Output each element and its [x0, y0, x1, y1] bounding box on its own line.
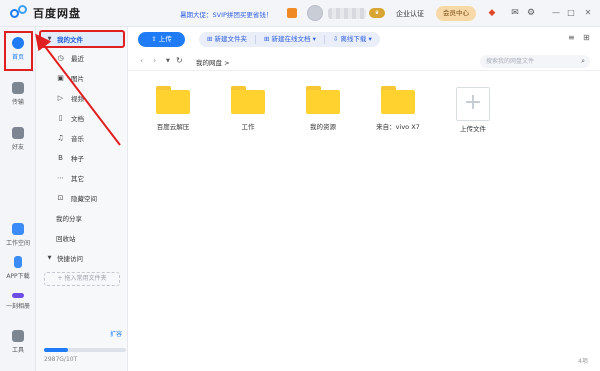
chevron-down-icon: ▾ [366, 35, 372, 43]
enterprise-verify-link[interactable]: 企业认证 [396, 9, 424, 19]
upload-file-tile[interactable]: + 上传文件 [438, 87, 508, 133]
path-bar: ‹ › ▼ ↻ 我的网盘 > 搜索我的网盘文件 ⌕ [128, 51, 600, 71]
game-icon[interactable]: ◆ [486, 7, 498, 19]
minimize-icon[interactable]: — [550, 7, 562, 19]
main-toolbar: ⇧ 上传 ⊞ 新建文件夹 ⊞ 新建在线文档 ▾ ⇩ 离线下载 ▾ ≡ ⊞ [128, 27, 600, 51]
nav-item-other[interactable]: ⋯ 其它 [36, 169, 128, 187]
nav-item-documents[interactable]: ▯ 文档 [36, 109, 128, 127]
album-icon [12, 293, 24, 298]
offline-download-button[interactable]: ⇩ 离线下载 ▾ [325, 35, 380, 44]
file-item[interactable]: 百度云解压 [138, 86, 208, 131]
sort-icon[interactable]: ≡ [568, 33, 575, 42]
nav-item-hidden-space[interactable]: ⊡ 隐藏空间 [36, 189, 128, 207]
rail-item-app-download[interactable]: APP下载 [0, 256, 36, 280]
music-icon: ♫ [57, 134, 64, 142]
more-icon: ⋯ [57, 174, 64, 182]
nav-item-recent[interactable]: ◷ 最近 [36, 49, 128, 67]
rail-item-workspace[interactable]: 工作空间 [0, 223, 36, 247]
app-logo: 百度网盘 [10, 5, 81, 21]
quick-access-drop-zone[interactable]: + 拖入常用文件夹 [44, 272, 120, 286]
folder-icon [381, 86, 415, 114]
nav-item-video[interactable]: ▷ 视频 [36, 89, 128, 107]
file-item[interactable]: 工作 [213, 86, 283, 131]
upload-icon: ⇧ [151, 35, 159, 43]
app-title: 百度网盘 [33, 7, 81, 20]
workspace-icon [12, 223, 24, 235]
annotation-box-home [4, 31, 33, 71]
torrent-icon: B [58, 154, 63, 162]
search-icon[interactable]: ⌕ [581, 55, 585, 68]
nav-my-files[interactable]: ▼ 我的文件 [36, 30, 128, 48]
file-item[interactable]: 我的资源 [288, 86, 358, 131]
phone-icon [14, 256, 22, 268]
storage-progress-fill [44, 348, 68, 352]
plus-icon: + [456, 87, 490, 121]
upload-button[interactable]: ⇧ 上传 [138, 32, 185, 47]
settings-icon[interactable]: ⚙ [525, 7, 537, 19]
breadcrumb[interactable]: 我的网盘 > [196, 57, 230, 67]
mail-icon[interactable]: ✉ [509, 7, 521, 19]
back-icon[interactable]: ‹ [140, 56, 143, 65]
rail-item-tools[interactable]: 工具 [0, 330, 36, 354]
gift-icon[interactable] [287, 8, 297, 18]
history-dropdown-icon[interactable]: ▼ [166, 58, 170, 64]
nav-quick-access[interactable]: ▼ 快捷访问 [36, 249, 128, 267]
close-icon[interactable]: ✕ [582, 7, 594, 19]
baidu-cloud-logo-icon [10, 5, 30, 21]
transfer-icon [12, 82, 24, 94]
rail-item-album[interactable]: 一刻相册 [0, 289, 36, 310]
new-folder-button[interactable]: ⊞ 新建文件夹 [199, 35, 257, 44]
item-count: 4项 [578, 358, 588, 365]
file-grid: 百度云解压 工作 我的资源 来自：vivo X7 + 上传文件 [128, 71, 600, 356]
left-rail: 首页 传输 好友 工作空间 APP下载 一刻相册 工具 [0, 27, 36, 371]
caret-down-icon: ▼ [47, 36, 52, 42]
vip-badge-icon[interactable]: ♛ [369, 8, 385, 18]
folder-icon [306, 86, 340, 114]
avatar[interactable] [307, 5, 323, 21]
nav-recycle-bin[interactable]: 回收站 [36, 229, 128, 247]
document-icon: ▯ [58, 114, 63, 122]
video-icon: ▷ [57, 94, 64, 102]
rail-item-transfer[interactable]: 传输 [0, 82, 36, 106]
nav-my-share[interactable]: 我的分享 [36, 209, 128, 227]
image-icon: ▣ [57, 74, 64, 82]
username-blurred[interactable] [328, 8, 366, 19]
new-doc-icon: ⊞ [264, 35, 272, 43]
nav-item-images[interactable]: ▣ 图片 [36, 69, 128, 87]
view-grid-icon[interactable]: ⊞ [583, 33, 590, 42]
member-center-button[interactable]: 会员中心 [436, 6, 476, 21]
nav-item-music[interactable]: ♫ 音乐 [36, 129, 128, 147]
chevron-down-icon: ▾ [310, 35, 316, 43]
search-input[interactable]: 搜索我的网盘文件 ⌕ [480, 55, 590, 68]
storage-usage-text: 2987G/10T [44, 356, 78, 363]
new-online-doc-button[interactable]: ⊞ 新建在线文档 ▾ [256, 35, 325, 44]
file-item[interactable]: 来自：vivo X7 [363, 86, 433, 131]
refresh-icon[interactable]: ↻ [176, 56, 183, 65]
nav-item-torrent[interactable]: B 种子 [36, 149, 128, 167]
title-bar: 百度网盘 暑期大促：SVIP拼团买更省钱！ ♛ 企业认证 会员中心 ◆ ✉ ⚙ … [0, 0, 600, 27]
friends-icon [12, 127, 24, 139]
nav-panel: ▼ 我的文件 ◷ 最近 ▣ 图片 ▷ 视频 ▯ 文档 ♫ 音乐 B 种子 ⋯ 其它 ⊡ 隐藏空间… [36, 27, 128, 371]
toolbar-action-group: ⊞ 新建文件夹 ⊞ 新建在线文档 ▾ ⇩ 离线下载 ▾ [199, 32, 380, 47]
rail-item-friends[interactable]: 好友 [0, 127, 36, 151]
expand-storage-link[interactable]: 扩容 [110, 329, 122, 338]
tools-icon [12, 330, 24, 342]
forward-icon[interactable]: › [153, 56, 156, 65]
storage-progress-bar [44, 348, 126, 352]
caret-down-icon: ▼ [47, 255, 52, 261]
lock-icon: ⊡ [57, 194, 64, 202]
folder-icon [156, 86, 190, 114]
promo-banner[interactable]: 暑期大促：SVIP拼团买更省钱！ [180, 9, 272, 19]
maximize-icon[interactable]: □ [565, 7, 577, 19]
new-folder-icon: ⊞ [207, 35, 215, 43]
folder-icon [231, 86, 265, 114]
clock-icon: ◷ [57, 54, 64, 62]
